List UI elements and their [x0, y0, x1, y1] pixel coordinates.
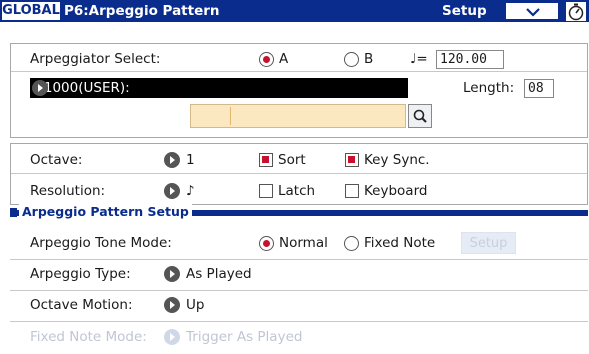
stopwatch-icon[interactable] [566, 2, 586, 21]
key-sync-label: Key Sync. [364, 152, 430, 168]
tone-mode-normal-radio[interactable] [259, 236, 274, 251]
octave-motion-popup-icon[interactable] [164, 297, 180, 313]
divider [10, 321, 588, 322]
keyboard-checkbox[interactable] [345, 184, 359, 198]
octave-popup-icon[interactable] [164, 152, 180, 168]
latch-label: Latch [278, 183, 316, 199]
octave-motion-label: Octave Motion: [30, 297, 133, 313]
fixed-note-mode-label: Fixed Note Mode: [30, 329, 147, 345]
divider [10, 290, 588, 291]
global-mode-tab[interactable]: GLOBAL [2, 2, 60, 20]
tone-mode-fixed-label: Fixed Note [364, 235, 436, 251]
arpeggio-type-label: Arpeggio Type: [30, 266, 131, 282]
pattern-popup-icon[interactable] [32, 80, 48, 96]
pattern-name-display[interactable]: U1000(USER): [30, 78, 408, 98]
tone-mode-fixed-radio[interactable] [344, 236, 359, 251]
tempo-field[interactable]: 120.00 [436, 50, 504, 69]
resolution-label: Resolution: [30, 183, 106, 199]
divider [10, 259, 588, 260]
length-field[interactable]: 08 [524, 79, 554, 98]
page-menu-button[interactable] [505, 2, 559, 20]
resolution-value[interactable]: ♪ [186, 183, 195, 199]
keyboard-label: Keyboard [364, 183, 428, 199]
arpeggiator-select-label: Arpeggiator Select: [30, 51, 161, 67]
arpeggiator-a-radio[interactable] [259, 52, 274, 67]
fixed-note-mode-value: Trigger As Played [186, 329, 303, 345]
search-button[interactable] [408, 104, 432, 128]
fixed-note-setup-button[interactable]: Setup [461, 232, 516, 254]
pattern-name: U1000(USER): [34, 80, 130, 96]
length-label: Length: [463, 80, 515, 96]
section-title: Arpeggio Pattern Setup [19, 204, 192, 219]
sort-checkbox[interactable] [259, 153, 273, 167]
arpeggio-type-value[interactable]: As Played [186, 266, 252, 282]
arpeggio-type-popup-icon[interactable] [164, 266, 180, 282]
section-marker [10, 208, 17, 217]
key-sync-checkbox[interactable] [345, 153, 359, 167]
resolution-popup-icon[interactable] [164, 183, 180, 199]
divider [11, 71, 587, 72]
arpeggiator-b-label: B [364, 51, 374, 67]
page-title: P6:Arpeggio Pattern [64, 3, 220, 19]
title-bar: GLOBAL P6:Arpeggio Pattern Setup [0, 0, 589, 22]
octave-motion-value[interactable]: Up [186, 297, 204, 313]
arpeggiator-a-label: A [279, 51, 289, 67]
octave-value[interactable]: 1 [186, 152, 195, 168]
arpeggiator-b-radio[interactable] [344, 52, 359, 67]
section-header: Arpeggio Pattern Setup [10, 204, 588, 219]
setup-label: Setup [442, 3, 487, 19]
chevron-down-icon [526, 8, 540, 17]
octave-label: Octave: [30, 152, 83, 168]
tempo-symbol: ♩= [410, 51, 428, 67]
pattern-search-field[interactable] [190, 104, 406, 128]
fixed-note-mode-popup-icon [164, 329, 180, 345]
latch-checkbox[interactable] [259, 184, 273, 198]
tone-mode-label: Arpeggio Tone Mode: [30, 235, 172, 251]
magnifier-icon [413, 109, 427, 123]
divider [11, 173, 587, 174]
sort-label: Sort [278, 152, 306, 168]
tone-mode-normal-label: Normal [279, 235, 328, 251]
